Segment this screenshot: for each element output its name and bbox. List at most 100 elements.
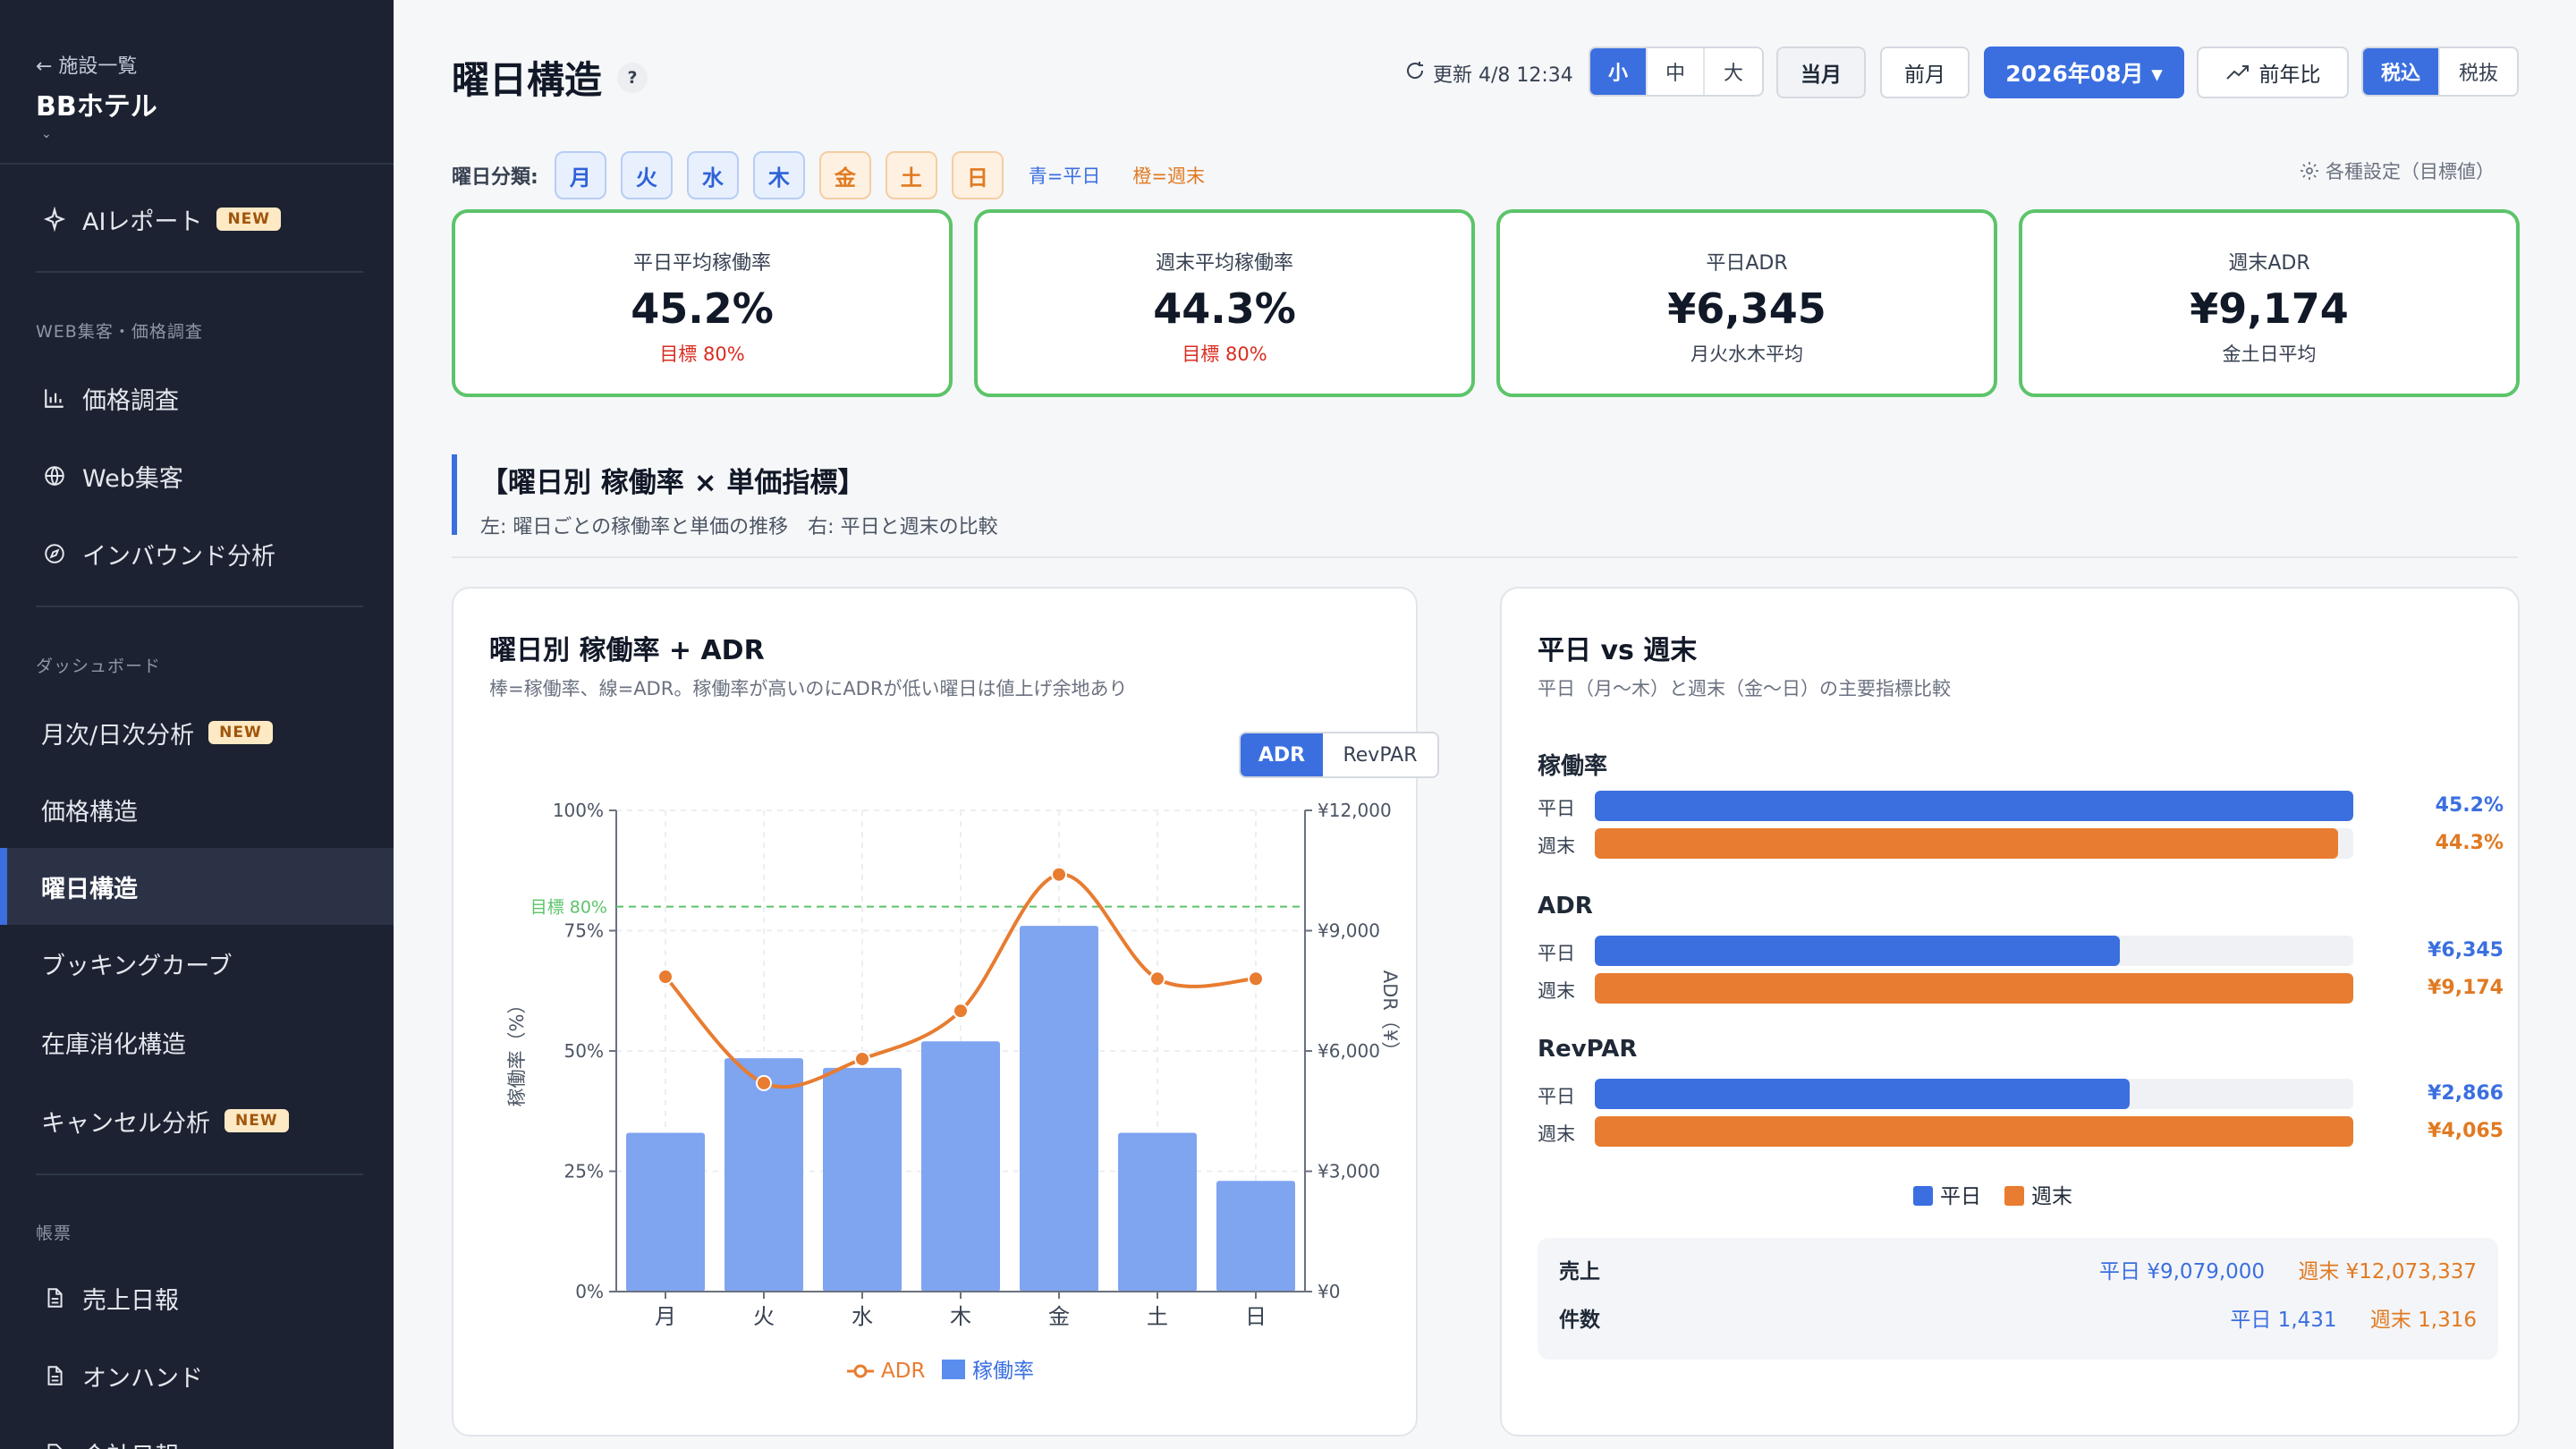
sidebar-item-inbound[interactable]: インバウンド分析 — [0, 515, 394, 592]
sidebar-item-price-survey[interactable]: 価格調査 — [0, 360, 394, 436]
card-title: 平日 vs 週末 — [1538, 635, 1698, 666]
kpi-weekday-occupancy: 平日平均稼働率 45.2% 目標 80% — [452, 209, 953, 397]
sidebar-item-daily-sales[interactable]: 売上日報 — [0, 1259, 394, 1336]
kpi-value: ¥6,345 — [1667, 284, 1826, 333]
compare-row-label: 平日 — [1538, 798, 1575, 819]
this-month-button[interactable]: 当月 — [1776, 47, 1866, 98]
sidebar-item-weekday-structure[interactable]: 曜日構造 — [0, 848, 394, 925]
compare-row-value: ¥2,866 — [2428, 1082, 2504, 1105]
new-badge: NEW — [208, 721, 273, 744]
occupancy-bar — [724, 1058, 803, 1292]
adr-point — [756, 1074, 772, 1091]
sidebar-item-label: AIレポート — [82, 208, 203, 236]
card-subtitle: 平日（月〜木）と週末（金〜日）の主要指標比較 — [1538, 678, 1951, 699]
weekday-vs-weekend-card: 平日 vs 週末 平日（月〜木）と週末（金〜日）の主要指標比較 稼働率 平日 4… — [1500, 587, 2520, 1436]
sidebar-divider — [36, 271, 363, 273]
sidebar-item-accounting-daily[interactable]: 会計日報 — [0, 1415, 394, 1449]
kpi-note: 金土日平均 — [2222, 343, 2317, 365]
summary-values: 平日 ¥9,079,000 週末 ¥12,073,337 — [2099, 1254, 2477, 1284]
compare-row-label: 平日 — [1538, 1086, 1575, 1107]
help-icon[interactable]: ? — [617, 63, 648, 93]
adr-point — [1149, 970, 1165, 987]
sidebar-section-reports: 帳票 — [36, 1224, 72, 1243]
size-medium-option[interactable]: 中 — [1648, 48, 1705, 95]
summary-values: 平日 1,431 週末 1,316 — [2230, 1302, 2477, 1333]
y-axis-title: 稼働率（%） — [506, 996, 528, 1107]
y-tick-label: 0% — [575, 1281, 604, 1302]
section-title: 【曜日別 稼働率 × 単価指標】 — [480, 467, 866, 499]
sidebar-divider — [36, 1174, 363, 1175]
day-chip-wed[interactable]: 水 — [686, 151, 739, 199]
kpi-weekend-adr: 週末ADR ¥9,174 金土日平均 — [2019, 209, 2520, 397]
kpi-label: 週末ADR — [2228, 252, 2310, 275]
settings-link[interactable]: 各種設定（目標値） — [2299, 157, 2495, 184]
compare-bar-weekday — [1595, 791, 2353, 821]
compare-bar-weekend — [1595, 1116, 2353, 1147]
occupancy-bar — [1020, 926, 1098, 1292]
compare-bar-track — [1595, 936, 2353, 966]
compare-bar-track — [1595, 973, 2353, 1004]
summary-row-sales: 売上 平日 ¥9,079,000 週末 ¥12,073,337 — [1559, 1250, 2477, 1286]
size-large-option[interactable]: 大 — [1705, 48, 1762, 95]
summary-box: 売上 平日 ¥9,079,000 週末 ¥12,073,337 件数 平日 1,… — [1538, 1238, 2498, 1360]
day-chip-thu[interactable]: 木 — [752, 151, 805, 199]
yoy-button[interactable]: 前年比 — [2197, 47, 2349, 98]
day-chip-sun[interactable]: 日 — [951, 151, 1004, 199]
x-tick-label: 木 — [950, 1304, 971, 1329]
adr-point — [1051, 866, 1067, 883]
hotel-name[interactable]: BBホテル — [36, 84, 358, 123]
occupancy-bar — [1118, 1132, 1197, 1292]
hotel-switch-chevron-icon[interactable]: ⌄ — [41, 127, 358, 141]
sidebar-item-cancel[interactable]: キャンセル分析 NEW — [0, 1082, 394, 1159]
summary-label: 件数 — [1559, 1309, 1600, 1332]
last-updated[interactable]: 更新 4/8 12:34 — [1404, 59, 1573, 88]
day-chip-fri[interactable]: 金 — [818, 151, 871, 199]
sidebar-section-web: WEB集客・価格調査 — [36, 322, 203, 342]
day-chip-mon[interactable]: 月 — [554, 151, 606, 199]
compare-bar-weekend — [1595, 828, 2339, 859]
sidebar-divider — [36, 606, 363, 607]
settings-label: 各種設定（目標値） — [2326, 161, 2495, 182]
adr-point — [854, 1050, 870, 1067]
sidebar: ← 施設一覧 BBホテル ⌄ AIレポート NEW WEB集客・価格調査 価格調… — [0, 0, 394, 1449]
gear-icon — [2299, 160, 2320, 182]
occupancy-bar — [823, 1067, 902, 1292]
occupancy-bar — [921, 1041, 1000, 1292]
x-tick-label: 火 — [753, 1304, 775, 1329]
day-chip-tue[interactable]: 火 — [620, 151, 673, 199]
month-select[interactable]: 2026年08月 ▾ — [1984, 47, 2184, 98]
sidebar-item-on-hand[interactable]: オンハンド — [0, 1337, 394, 1414]
kpi-label: 平日ADR — [1706, 252, 1788, 275]
sidebar-item-booking-curve[interactable]: ブッキングカーブ — [0, 925, 394, 1002]
refresh-icon[interactable] — [1404, 60, 1426, 87]
target-label: 目標 80% — [530, 898, 607, 918]
document-icon — [41, 1284, 68, 1311]
sidebar-item-web-marketing[interactable]: Web集客 — [0, 437, 394, 514]
sidebar-item-price-structure[interactable]: 価格構造 — [0, 771, 394, 848]
legend-swatch — [2004, 1186, 2024, 1206]
kpi-note: 月火水木平均 — [1690, 343, 1803, 365]
y-tick-label: 100% — [553, 800, 604, 821]
sidebar-item-label: ブッキングカーブ — [41, 952, 233, 980]
tax-excluded-option[interactable]: 税抜 — [2440, 48, 2517, 95]
document-icon — [41, 1362, 68, 1389]
sidebar-item-monthly-daily[interactable]: 月次/日次分析 NEW — [0, 694, 394, 771]
compare-row: 平日 45.2% — [1538, 791, 2504, 821]
back-to-facilities-link[interactable]: ← 施設一覧 — [36, 50, 358, 79]
globe-icon — [41, 462, 68, 489]
summary-weekend-value: 週末 ¥12,073,337 — [2298, 1260, 2477, 1284]
sidebar-item-label: 価格構造 — [41, 798, 138, 826]
prev-month-button[interactable]: 前月 — [1880, 47, 1970, 98]
sidebar-item-label: 売上日報 — [82, 1286, 179, 1315]
sidebar-item-label: 在庫消化構造 — [41, 1030, 186, 1059]
sidebar-item-ai-report[interactable]: AIレポート NEW — [0, 181, 394, 258]
kpi-label: 平日平均稼働率 — [632, 252, 771, 275]
tax-included-option[interactable]: 税込 — [2363, 48, 2440, 95]
size-small-option[interactable]: 小 — [1590, 48, 1648, 95]
legend-item-weekday: 平日 — [1913, 1179, 1981, 1209]
kpi-value: 44.3% — [1153, 284, 1296, 333]
compare-row-value: 44.3% — [2435, 832, 2504, 854]
day-chip-sat[interactable]: 土 — [885, 151, 937, 199]
summary-weekday-value: 平日 1,431 — [2230, 1309, 2337, 1332]
sidebar-item-inventory[interactable]: 在庫消化構造 — [0, 1004, 394, 1080]
